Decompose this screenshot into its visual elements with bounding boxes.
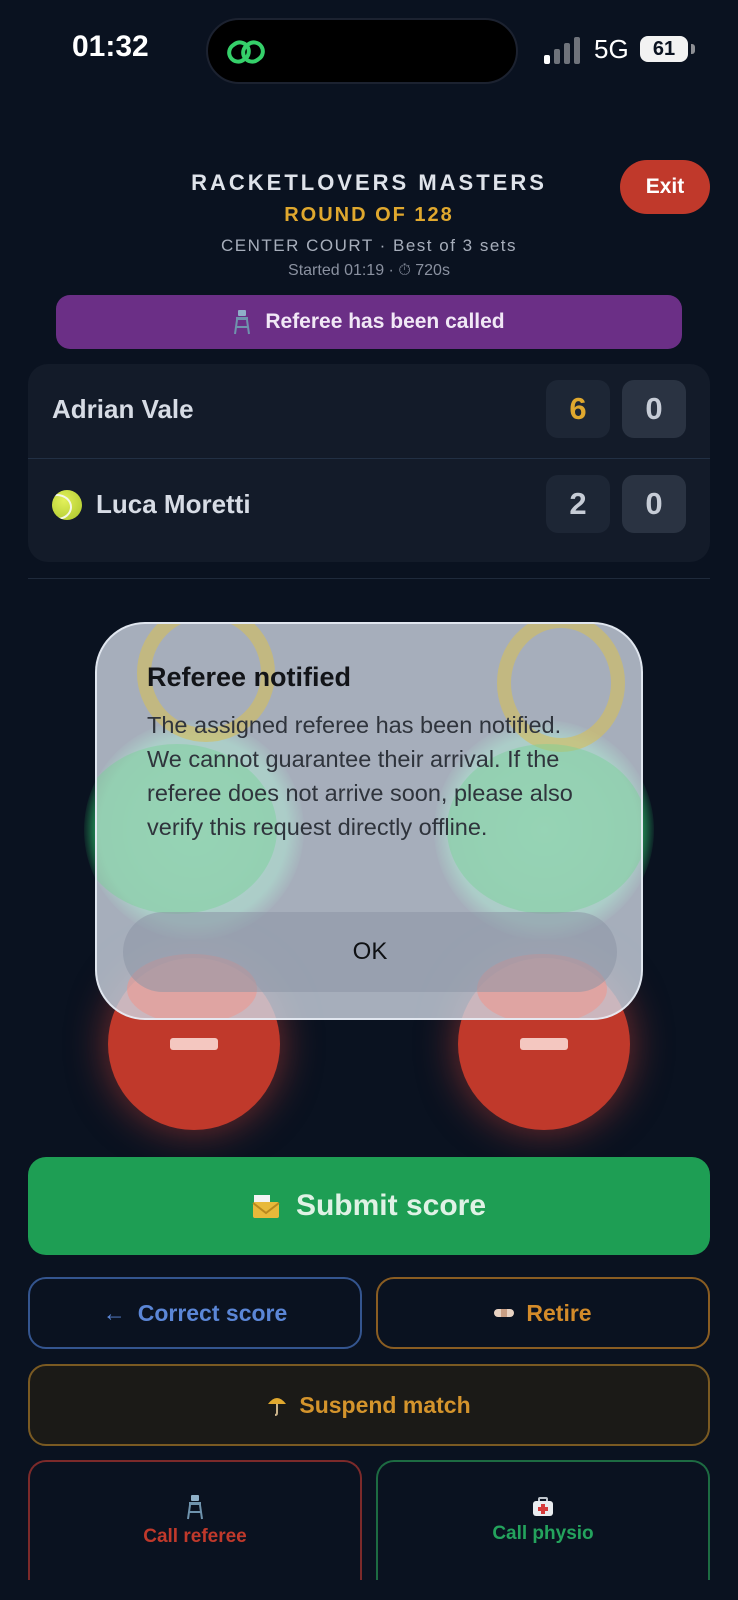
referee-called-banner: Referee has been called — [56, 295, 682, 349]
network-label: 5G — [594, 34, 629, 64]
first-aid-kit-icon — [533, 1497, 553, 1516]
referee-notified-dialog: Referee notified The assigned referee ha… — [95, 622, 643, 1020]
call-physio-label: Call physio — [492, 1523, 594, 1544]
player-name-text: Luca Moretti — [96, 489, 251, 519]
dynamic-island — [206, 18, 518, 84]
status-time: 01:32 — [72, 30, 149, 63]
link-app-icon — [227, 40, 265, 64]
started-info: Started 01:19 · ⏱ 720s — [288, 262, 450, 279]
minus-icon — [170, 1038, 218, 1050]
suspend-match-label: Suspend match — [299, 1391, 471, 1418]
player-row: Adrian Vale 6 0 — [28, 364, 710, 458]
suspend-match-button[interactable]: Suspend match — [28, 1364, 710, 1446]
dialog-title: Referee notified — [147, 662, 352, 692]
scoreboard: Adrian Vale 6 0 Luca Moretti 2 0 — [28, 364, 710, 562]
match-screen: 01:32 5G 61 RACKETLOVERS MASTERS ROUND O… — [0, 0, 738, 1600]
call-physio-button[interactable]: Call physio — [376, 1460, 710, 1580]
player-name: Luca Moretti — [52, 489, 251, 520]
bandage-icon — [494, 1309, 515, 1317]
battery-icon: 61 — [640, 36, 688, 62]
call-referee-button[interactable]: Call referee — [28, 1460, 362, 1580]
section-divider — [28, 578, 710, 579]
submit-score-button[interactable]: Submit score — [28, 1157, 710, 1255]
envelope-icon — [252, 1195, 280, 1218]
set-score: 6 — [546, 380, 610, 438]
arrow-left-icon: ← — [102, 1299, 126, 1326]
correct-score-label: Correct score — [137, 1299, 288, 1326]
set-score: 0 — [622, 380, 686, 438]
round-label: ROUND OF 128 — [284, 204, 454, 226]
call-referee-label: Call referee — [143, 1526, 247, 1547]
referee-chair-icon — [187, 1495, 203, 1520]
exit-button[interactable]: Exit — [620, 160, 710, 214]
set-score: 0 — [622, 475, 686, 533]
battery-nub — [691, 44, 695, 54]
player-name-text: Adrian Vale — [52, 394, 194, 424]
umbrella-icon — [268, 1398, 287, 1416]
court-info: CENTER COURT · Best of 3 sets — [220, 236, 518, 255]
referee-chair-icon — [234, 310, 251, 335]
retire-button[interactable]: Retire — [376, 1277, 710, 1349]
minus-icon — [520, 1038, 568, 1050]
dialog-ok-button[interactable]: OK — [123, 912, 617, 992]
tennis-ball-icon — [52, 489, 82, 520]
dialog-message: The assigned referee has been notified. … — [147, 712, 573, 840]
player-name: Adrian Vale — [52, 394, 194, 425]
player-row: Luca Moretti 2 0 — [28, 458, 710, 553]
retire-label: Retire — [526, 1299, 592, 1326]
set-score: 2 — [546, 475, 610, 533]
signal-icon — [544, 36, 584, 64]
correct-score-button[interactable]: ← Correct score — [28, 1277, 362, 1349]
referee-banner-text: Referee has been called — [265, 310, 505, 333]
submit-score-label: Submit score — [295, 1189, 487, 1222]
